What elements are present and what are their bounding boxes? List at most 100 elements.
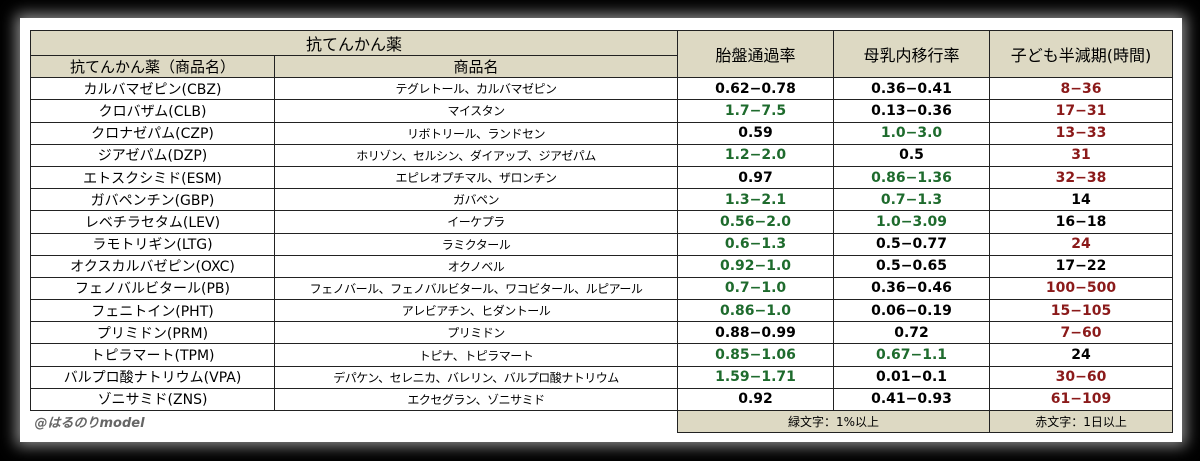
drug-name-cell: ラモトリギン(LTG) xyxy=(30,232,275,256)
brand-name-cell: プリミドン xyxy=(273,321,679,345)
halflife-cell: 17−22 xyxy=(989,254,1174,278)
brand-name-cell: イーケプラ xyxy=(273,210,679,234)
brand-name-cell: マイスタン xyxy=(273,99,679,123)
col-placenta-header: 胎盤通過率 xyxy=(677,29,835,79)
milk-rate-cell: 0.36−0.46 xyxy=(833,276,991,301)
red-legend-note: 赤文字：1日以上 xyxy=(989,410,1174,433)
drug-name-cell: ゾニサミド(ZNS) xyxy=(30,387,275,412)
col-brand-header: 商品名 xyxy=(273,54,679,79)
milk-rate-cell: 0.01−0.1 xyxy=(833,365,991,389)
milk-rate-cell: 0.67−1.1 xyxy=(833,343,991,367)
halflife-cell: 31 xyxy=(989,143,1174,167)
table-frame: 抗てんかん薬 胎盤通過率 母乳内移行率 子ども半減期(時間) 抗てんかん薬（商品… xyxy=(20,18,1182,442)
drug-name-cell: クロバザム(CLB) xyxy=(30,99,275,123)
drug-name-cell: オクスカルバゼピン(OXC) xyxy=(30,254,275,278)
brand-name-cell: エピレオプチマル、ザロンチン xyxy=(273,165,679,190)
brand-name-cell: ガバペン xyxy=(273,188,679,212)
halflife-cell: 24 xyxy=(989,232,1174,256)
placenta-rate-cell: 0.85−1.06 xyxy=(677,343,835,367)
placenta-rate-cell: 0.92−1.0 xyxy=(677,254,835,278)
placenta-rate-cell: 1.3−2.1 xyxy=(677,188,835,212)
drug-name-cell: カルバマゼピン(CBZ) xyxy=(30,77,275,101)
brand-name-cell: オクノベル xyxy=(273,254,679,278)
placenta-rate-cell: 0.97 xyxy=(677,165,835,190)
col-milk-header: 母乳内移行率 xyxy=(833,29,991,79)
halflife-cell: 32−38 xyxy=(989,165,1174,190)
brand-name-cell: テグレトール、カルバマゼピン xyxy=(273,77,679,101)
drug-name-cell: フェノバルビタール(PB) xyxy=(30,276,275,301)
drug-name-cell: フェニトイン(PHT) xyxy=(30,299,275,323)
table-row: フェノバルビタール(PB) フェノバール、フェノバルビタール、ワコビタール、ルピア… xyxy=(30,276,1174,301)
drug-name-cell: トピラマート(TPM) xyxy=(30,343,275,367)
table-row: クロバザム(CLB) マイスタン 1.7−7.5 0.13−0.36 17−31 xyxy=(30,99,1174,123)
col-drug-header: 抗てんかん薬（商品名） xyxy=(30,54,275,79)
table-body: カルバマゼピン(CBZ) テグレトール、カルバマゼピン 0.62−0.78 0.36−… xyxy=(30,77,1174,412)
table-row: フェニトイン(PHT) アレビアチン、ヒダントール 0.86−1.0 0.06−0.1… xyxy=(30,299,1174,323)
drug-name-cell: エトスクシミド(ESM) xyxy=(30,165,275,190)
antiepileptic-table: 抗てんかん薬 胎盤通過率 母乳内移行率 子ども半減期(時間) 抗てんかん薬（商品… xyxy=(29,29,1174,433)
drug-name-cell: レベチラセタム(LEV) xyxy=(30,210,275,234)
table-row: クロナゼパム(CZP) リボトリール、ランドセン 0.59 1.0−3.0 13−33 xyxy=(30,121,1174,145)
table-row: ゾニサミド(ZNS) エクセグラン、ゾニサミド 0.92 0.41−0.93 61−10… xyxy=(30,387,1174,412)
milk-rate-cell: 0.06−0.19 xyxy=(833,299,991,323)
milk-rate-cell: 0.5 xyxy=(833,143,991,167)
table-row: カルバマゼピン(CBZ) テグレトール、カルバマゼピン 0.62−0.78 0.36−… xyxy=(30,77,1174,101)
halflife-cell: 15−105 xyxy=(989,299,1174,323)
drug-name-cell: ガバペンチン(GBP) xyxy=(30,188,275,212)
halflife-cell: 8−36 xyxy=(989,77,1174,101)
brand-name-cell: フェノバール、フェノバルビタール、ワコビタール、ルピアール xyxy=(273,276,679,301)
table-row: ラモトリギン(LTG) ラミクタール 0.6−1.3 0.5−0.77 24 xyxy=(30,232,1174,256)
table-row: エトスクシミド(ESM) エピレオプチマル、ザロンチン 0.97 0.86−1.36 3… xyxy=(30,165,1174,190)
placenta-rate-cell: 0.86−1.0 xyxy=(677,299,835,323)
table-row: レベチラセタム(LEV) イーケプラ 0.56−2.0 1.0−3.09 16−18 xyxy=(30,210,1174,234)
halflife-cell: 13−33 xyxy=(989,121,1174,145)
halflife-cell: 14 xyxy=(989,188,1174,212)
placenta-rate-cell: 0.6−1.3 xyxy=(677,232,835,256)
drug-name-cell: クロナゼパム(CZP) xyxy=(30,121,275,145)
halflife-cell: 7−60 xyxy=(989,321,1174,345)
placenta-rate-cell: 0.92 xyxy=(677,387,835,412)
milk-rate-cell: 0.72 xyxy=(833,321,991,345)
milk-rate-cell: 0.41−0.93 xyxy=(833,387,991,412)
halflife-cell: 24 xyxy=(989,343,1174,367)
green-legend-note: 緑文字：1%以上 xyxy=(677,410,991,433)
credit-text: @はるのりmodel xyxy=(30,410,678,433)
halflife-cell: 16−18 xyxy=(989,210,1174,234)
brand-name-cell: リボトリール、ランドセン xyxy=(273,121,679,145)
brand-name-cell: トピナ、トピラマート xyxy=(273,343,679,367)
brand-name-cell: ホリゾン、セルシン、ダイアップ、ジアゼパム xyxy=(273,143,679,167)
brand-name-cell: ラミクタール xyxy=(273,232,679,256)
table-row: オクスカルバゼピン(OXC) オクノベル 0.92−1.0 0.5−0.65 17−22 xyxy=(30,254,1174,278)
placenta-rate-cell: 1.7−7.5 xyxy=(677,99,835,123)
drug-name-cell: プリミドン(PRM) xyxy=(30,321,275,345)
placenta-rate-cell: 0.88−0.99 xyxy=(677,321,835,345)
milk-rate-cell: 0.13−0.36 xyxy=(833,99,991,123)
brand-name-cell: アレビアチン、ヒダントール xyxy=(273,299,679,323)
drug-name-cell: ジアゼパム(DZP) xyxy=(30,143,275,167)
placenta-rate-cell: 0.62−0.78 xyxy=(677,77,835,101)
milk-rate-cell: 0.5−0.77 xyxy=(833,232,991,256)
milk-rate-cell: 0.86−1.36 xyxy=(833,165,991,190)
placenta-rate-cell: 1.2−2.0 xyxy=(677,143,835,167)
drug-name-cell: バルプロ酸ナトリウム(VPA) xyxy=(30,365,275,389)
placenta-rate-cell: 0.59 xyxy=(677,121,835,145)
col-halflife-header: 子ども半減期(時間) xyxy=(989,29,1174,79)
halflife-cell: 17−31 xyxy=(989,99,1174,123)
milk-rate-cell: 0.36−0.41 xyxy=(833,77,991,101)
brand-name-cell: エクセグラン、ゾニサミド xyxy=(273,387,679,412)
table-row: バルプロ酸ナトリウム(VPA) デパケン、セレニカ、バレリン、バルプロ酸ナトリウム… xyxy=(30,365,1174,389)
milk-rate-cell: 0.5−0.65 xyxy=(833,254,991,278)
group-title: 抗てんかん薬 xyxy=(29,30,679,56)
table-row: プリミドン(PRM) プリミドン 0.88−0.99 0.72 7−60 xyxy=(30,321,1174,345)
milk-rate-cell: 0.7−1.3 xyxy=(833,188,991,212)
milk-rate-cell: 1.0−3.0 xyxy=(833,121,991,145)
placenta-rate-cell: 1.59−1.71 xyxy=(677,365,835,389)
table-row: トピラマート(TPM) トピナ、トピラマート 0.85−1.06 0.67−1.1 24 xyxy=(30,343,1174,367)
placenta-rate-cell: 0.7−1.0 xyxy=(677,276,835,301)
brand-name-cell: デパケン、セレニカ、バレリン、バルプロ酸ナトリウム xyxy=(273,365,679,389)
halflife-cell: 30−60 xyxy=(989,365,1174,389)
table-row: ジアゼパム(DZP) ホリゾン、セルシン、ダイアップ、ジアゼパム 1.2−2.0 0.… xyxy=(30,143,1174,167)
halflife-cell: 100−500 xyxy=(989,276,1174,301)
placenta-rate-cell: 0.56−2.0 xyxy=(677,210,835,234)
milk-rate-cell: 1.0−3.09 xyxy=(833,210,991,234)
